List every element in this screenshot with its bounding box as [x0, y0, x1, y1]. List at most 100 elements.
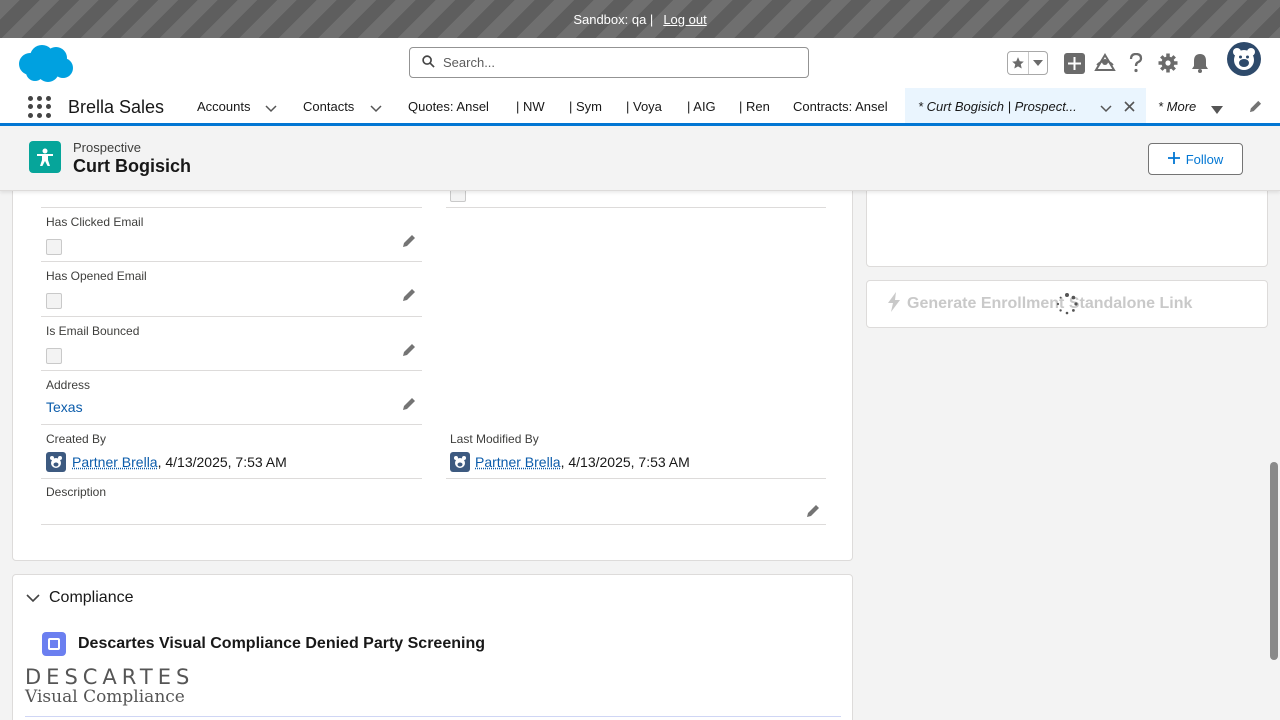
salesforce-logo[interactable]	[16, 44, 74, 87]
app-launcher-icon[interactable]	[28, 96, 52, 118]
field-has-opened-email: Has Opened Email	[46, 268, 147, 283]
follow-label: Follow	[1186, 152, 1224, 167]
field-label: Has Clicked Email	[46, 215, 143, 229]
record-name: Curt Bogisich	[73, 156, 191, 177]
field-last-modified-by: Last Modified By	[450, 431, 539, 446]
field-label: Address	[46, 378, 90, 392]
nav-item-accounts[interactable]: Accounts	[197, 99, 250, 114]
details-card: Has Clicked Email Has Opened Email Is Em…	[12, 160, 853, 561]
add-icon[interactable]	[1062, 51, 1086, 75]
component-icon	[42, 632, 66, 656]
chevron-down-icon[interactable]	[26, 591, 40, 606]
field-created-by: Created By	[46, 431, 106, 446]
chevron-down-icon[interactable]	[265, 101, 277, 116]
help-icon[interactable]	[1124, 51, 1148, 75]
field-description: Description	[46, 484, 106, 499]
trailhead-icon[interactable]	[1093, 51, 1117, 75]
lightning-bolt-icon	[887, 292, 901, 317]
is-email-bounced-checkbox	[46, 348, 62, 364]
prospect-record-icon	[29, 141, 61, 173]
global-search[interactable]: Search...	[409, 47, 809, 78]
follow-button[interactable]: Follow	[1148, 143, 1243, 175]
nav-item-voya[interactable]: | Voya	[626, 99, 662, 114]
user-avatar	[450, 452, 470, 472]
created-by-date: , 4/13/2025, 7:53 AM	[158, 454, 287, 470]
field-divider	[41, 370, 422, 371]
field-label: Created By	[46, 432, 106, 446]
edit-pencil-icon[interactable]	[806, 504, 820, 518]
nav-item-aig[interactable]: | AIG	[687, 99, 716, 114]
descartes-component-title: Descartes Visual Compliance Denied Party…	[78, 635, 485, 653]
has-opened-email-checkbox	[46, 293, 62, 309]
app-name: Brella Sales	[68, 97, 164, 118]
user-avatar[interactable]	[1227, 42, 1261, 76]
favorites-button-group[interactable]	[1007, 51, 1048, 75]
tab-curt-bogisich[interactable]: * Curt Bogisich | Prospect...	[905, 88, 1146, 123]
close-icon[interactable]	[1124, 100, 1135, 115]
search-icon	[422, 55, 435, 71]
address-link[interactable]: Texas	[46, 399, 83, 415]
has-clicked-email-checkbox	[46, 239, 62, 255]
field-label: Is Email Bounced	[46, 324, 139, 338]
chevron-down-icon[interactable]	[1029, 60, 1047, 66]
search-placeholder: Search...	[443, 55, 495, 70]
field-divider	[41, 478, 422, 479]
record-type: Prospective	[73, 140, 141, 155]
field-divider	[446, 207, 826, 208]
right-panel-card	[866, 180, 1268, 267]
gear-icon[interactable]	[1156, 51, 1180, 75]
field-has-clicked-email: Has Clicked Email	[46, 214, 143, 229]
chevron-down-icon[interactable]	[1100, 101, 1112, 116]
address-value[interactable]: Texas	[46, 399, 83, 415]
sandbox-banner: Sandbox: qa | Log out	[0, 0, 1280, 38]
field-divider	[41, 524, 826, 525]
field-divider	[41, 316, 422, 317]
star-icon[interactable]	[1008, 52, 1029, 74]
nav-item-sym[interactable]: | Sym	[569, 99, 602, 114]
field-label: Last Modified By	[450, 432, 539, 446]
field-address: Address	[46, 377, 90, 392]
field-label: Description	[46, 485, 106, 499]
edit-pencil-icon[interactable]	[402, 343, 416, 357]
field-label: Has Opened Email	[46, 269, 147, 283]
edit-pencil-icon[interactable]	[402, 397, 416, 411]
chevron-down-icon[interactable]	[370, 101, 382, 116]
nav-more[interactable]: * More	[1158, 99, 1196, 114]
active-tab-label: * Curt Bogisich | Prospect...	[918, 99, 1077, 114]
field-divider	[41, 207, 422, 208]
field-divider	[41, 424, 422, 425]
page-scrollbar-thumb[interactable]	[1270, 462, 1278, 660]
nav-item-ren[interactable]: | Ren	[739, 99, 770, 114]
generate-button-label: Generate Enrollment Standalone Link	[907, 295, 1192, 313]
divider	[25, 716, 841, 717]
modified-by-user-link[interactable]: Partner Brella	[475, 454, 561, 470]
field-divider	[41, 261, 422, 262]
edit-pencil-icon[interactable]	[402, 288, 416, 302]
compliance-section: Compliance Descartes Visual Compliance D…	[12, 574, 853, 720]
plus-icon	[1168, 152, 1180, 167]
field-divider	[446, 478, 826, 479]
nav-item-quotes-ansel[interactable]: Quotes: Ansel	[408, 99, 489, 114]
record-header: Prospective Curt Bogisich Follow	[0, 129, 1280, 191]
compliance-section-title[interactable]: Compliance	[49, 589, 133, 607]
created-by-user-link[interactable]: Partner Brella	[72, 454, 158, 470]
nav-item-nw[interactable]: | NW	[516, 99, 545, 114]
caret-down-icon[interactable]	[1211, 102, 1223, 117]
nav-item-contacts[interactable]: Contacts	[303, 99, 354, 114]
sandbox-label: Sandbox: qa |	[573, 12, 653, 27]
app-navigation-bar: Brella Sales Accounts Contacts Quotes: A…	[0, 88, 1280, 126]
edit-nav-pencil-icon[interactable]	[1249, 100, 1262, 116]
edit-pencil-icon[interactable]	[402, 234, 416, 248]
created-by-value: Partner Brella, 4/13/2025, 7:53 AM	[72, 454, 287, 470]
field-is-email-bounced: Is Email Bounced	[46, 323, 139, 338]
global-header: Search...	[0, 38, 1280, 88]
user-avatar	[46, 452, 66, 472]
loading-spinner	[1055, 292, 1079, 316]
descartes-logo-text: DESCARTES	[25, 665, 194, 689]
logout-link[interactable]: Log out	[663, 12, 706, 27]
descartes-logo-subtext: Visual Compliance	[25, 687, 185, 707]
modified-by-date: , 4/13/2025, 7:53 AM	[561, 454, 690, 470]
notifications-bell-icon[interactable]	[1188, 51, 1212, 75]
last-modified-by-value: Partner Brella, 4/13/2025, 7:53 AM	[475, 454, 690, 470]
nav-item-contracts-ansel[interactable]: Contracts: Ansel	[793, 99, 888, 114]
